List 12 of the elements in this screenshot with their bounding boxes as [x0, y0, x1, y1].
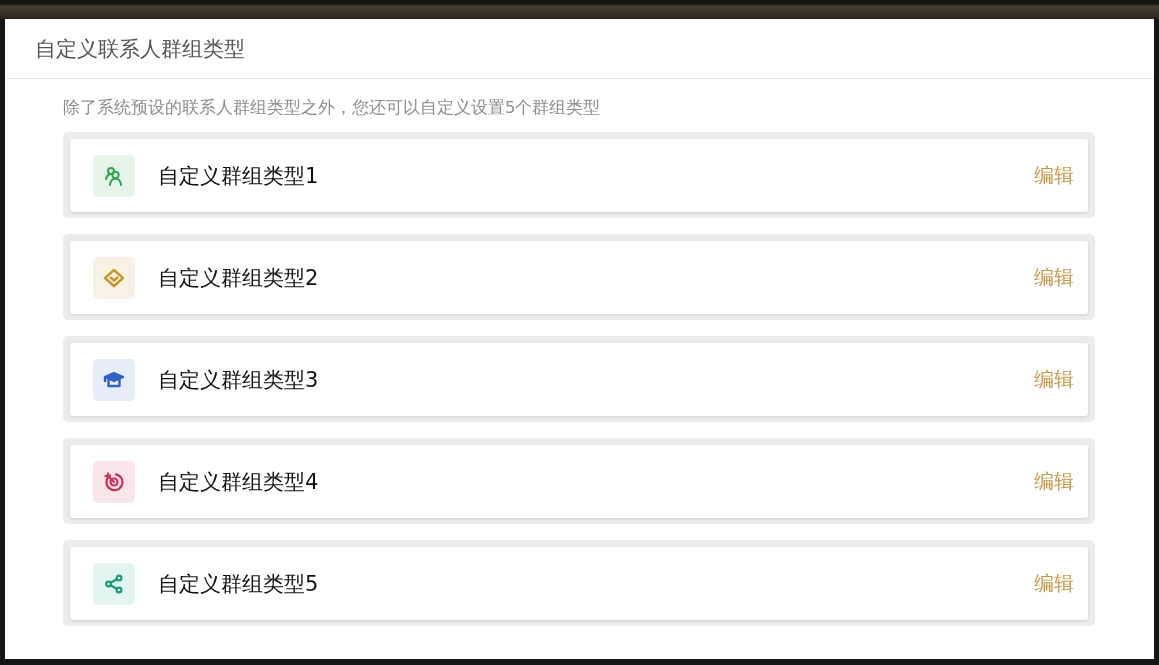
group-name: 自定义群组类型1	[158, 162, 320, 190]
dialog-title: 自定义联系人群组类型	[35, 35, 245, 63]
edit-link[interactable]: 编辑	[1034, 468, 1074, 495]
group-name: 自定义群组类型2	[158, 264, 320, 292]
group-name: 自定义群组类型3	[158, 366, 320, 394]
edit-link[interactable]: 编辑	[1034, 570, 1074, 597]
edit-link[interactable]: 编辑	[1034, 162, 1074, 189]
edit-link[interactable]: 编辑	[1034, 264, 1074, 291]
group-name: 自定义群组类型5	[158, 570, 320, 598]
group-name: 自定义群组类型4	[158, 468, 320, 496]
description-text: 除了系统预设的联系人群组类型之外，您还可以自定义设置5个群组类型	[63, 97, 602, 119]
edit-link[interactable]: 编辑	[1034, 366, 1074, 393]
